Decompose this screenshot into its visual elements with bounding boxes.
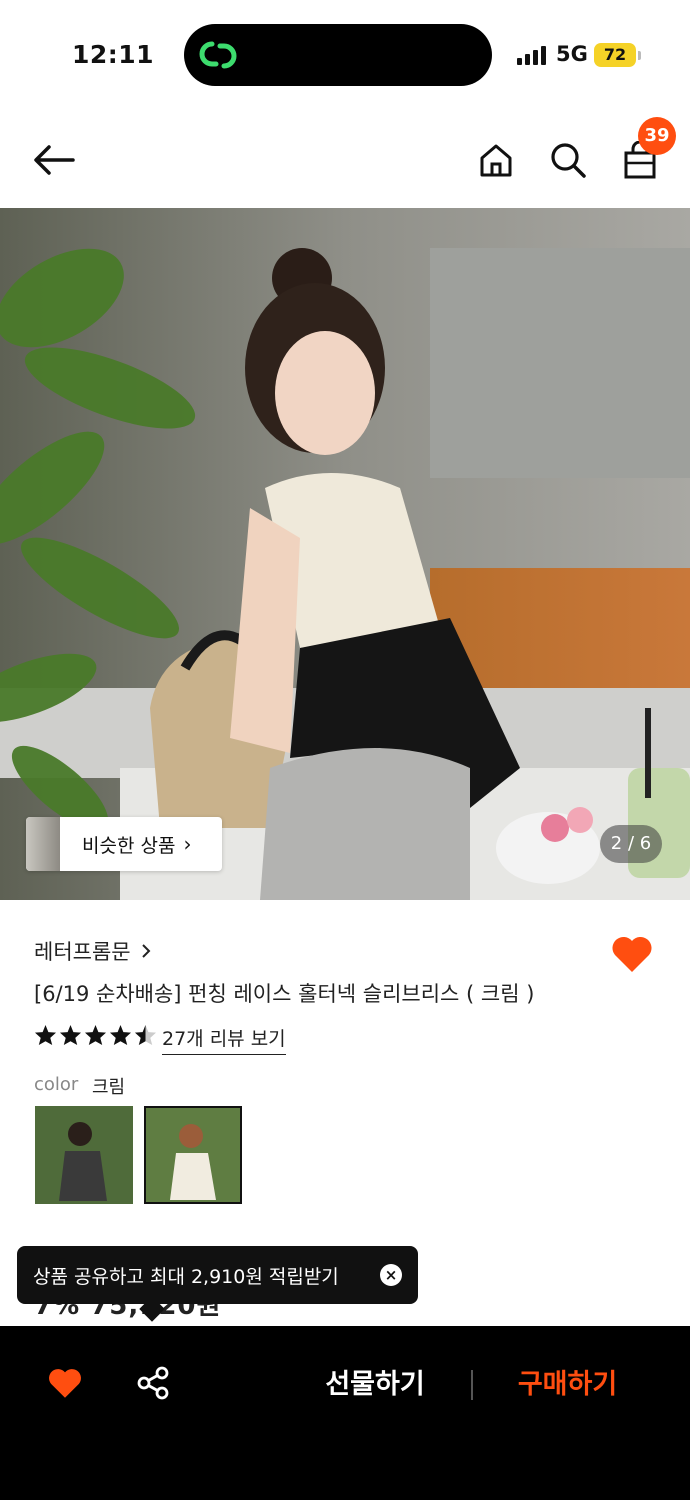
- buy-button[interactable]: 구매하기: [495, 1362, 640, 1408]
- dynamic-island: [184, 24, 492, 86]
- star-icon: [109, 1024, 132, 1046]
- star-rating: [34, 1024, 157, 1046]
- activity-icon: [199, 41, 237, 69]
- back-button[interactable]: [32, 138, 76, 182]
- close-icon[interactable]: ×: [380, 1264, 402, 1286]
- swatch-image: [35, 1106, 133, 1204]
- product-image[interactable]: [0, 208, 690, 900]
- bottom-action-bar: [0, 1326, 690, 1500]
- chevron-right-icon: ›: [183, 832, 192, 856]
- color-option-label: color: [34, 1074, 79, 1095]
- similar-products-thumbnail: [26, 817, 60, 871]
- wishlist-heart-button[interactable]: [610, 934, 654, 978]
- cart-count-badge: 39: [638, 117, 676, 155]
- share-icon: [137, 1366, 169, 1400]
- half-star-icon: [134, 1024, 157, 1046]
- home-icon: [480, 144, 512, 177]
- search-icon: [551, 143, 586, 178]
- toast-message: 상품 공유하고 최대 2,910원 적립받기: [33, 1265, 339, 1288]
- color-option-value: 크림: [92, 1077, 126, 1098]
- search-button[interactable]: [546, 138, 590, 182]
- brand-name: 레터프롬문: [34, 940, 131, 964]
- status-bar: 12:11 5G 72: [0, 0, 690, 110]
- product-title: [6/19 순차배송] 펀칭 레이스 홀터넥 슬리브리스 ( 크림 ): [34, 982, 535, 1006]
- heart-icon: [49, 1369, 81, 1398]
- share-button[interactable]: [136, 1366, 170, 1404]
- gift-button[interactable]: 선물하기: [300, 1362, 450, 1408]
- top-navigation: [0, 110, 690, 208]
- reviews-link[interactable]: 27개 리뷰 보기: [162, 1024, 286, 1055]
- brand-link[interactable]: 레터프롬문: [34, 936, 151, 966]
- share-reward-toast[interactable]: 상품 공유하고 최대 2,910원 적립받기: [17, 1246, 418, 1304]
- swatch-image: [146, 1108, 240, 1202]
- image-page-indicator: 2 / 6: [600, 825, 662, 863]
- chevron-right-icon: [141, 944, 151, 958]
- arrow-left-icon: [34, 145, 75, 175]
- star-icon: [59, 1024, 82, 1046]
- color-swatch-cream[interactable]: [144, 1106, 242, 1204]
- similar-products-button[interactable]: 비슷한 상품 ›: [26, 817, 222, 871]
- battery-indicator: 72: [594, 43, 636, 67]
- signal-icon: [517, 46, 546, 65]
- button-divider: [471, 1370, 473, 1400]
- star-icon: [84, 1024, 107, 1046]
- color-swatch-black[interactable]: [35, 1106, 133, 1204]
- product-photo: [0, 208, 690, 900]
- home-button[interactable]: [474, 138, 518, 182]
- status-time: 12:11: [72, 40, 155, 69]
- battery-tip: [638, 51, 641, 60]
- wishlist-button[interactable]: [47, 1366, 83, 1404]
- heart-icon: [612, 936, 652, 972]
- network-type: 5G: [556, 42, 588, 66]
- star-icon: [34, 1024, 57, 1046]
- similar-products-label: 비슷한 상품: [82, 834, 176, 857]
